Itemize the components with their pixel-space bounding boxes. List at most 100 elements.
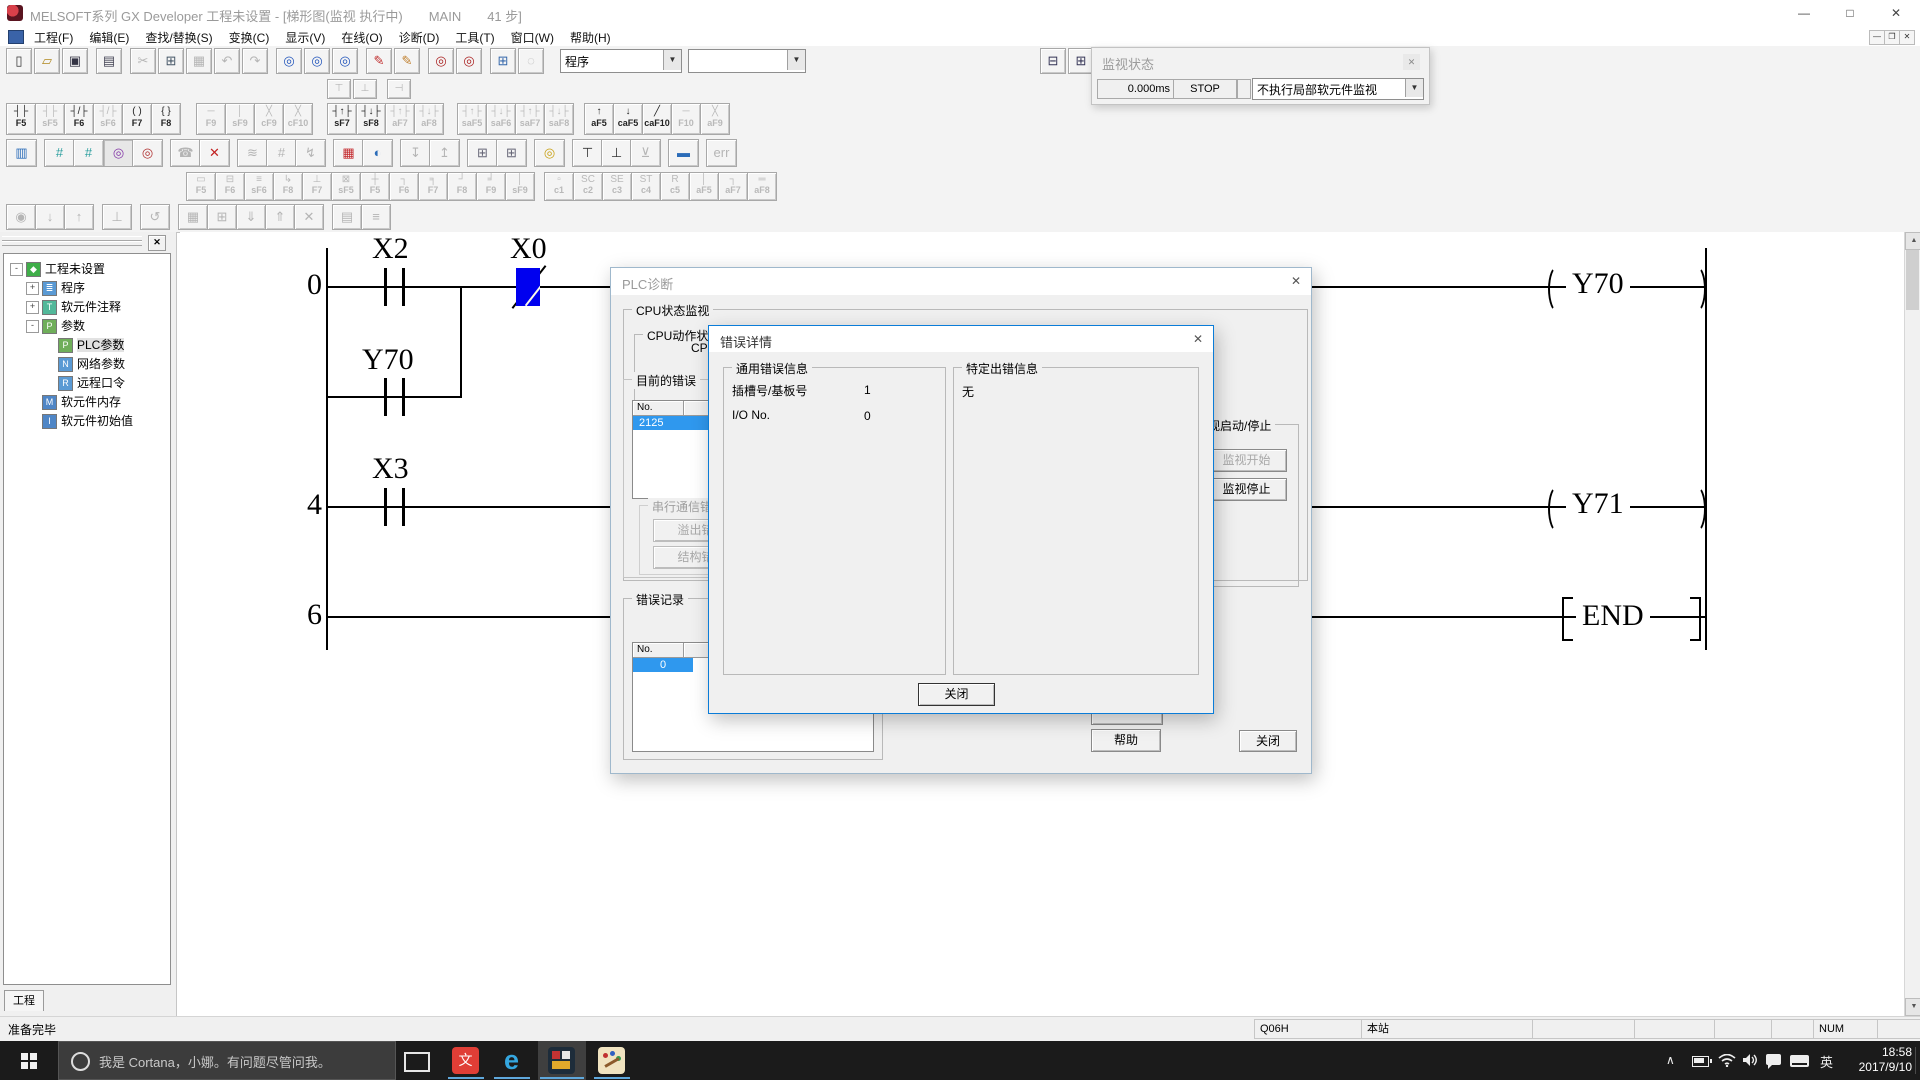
- error-dialog-titlebar[interactable]: 错误详情 ✕: [709, 326, 1213, 352]
- ladder-list-toggle-icon[interactable]: ⊟: [1040, 48, 1066, 74]
- io-assignment-icon[interactable]: ▦: [333, 139, 364, 167]
- sfc-simultaneous-convergence[interactable]: ┘ F8: [447, 172, 477, 201]
- delete-horizontal-line[interactable]: ╳ cF9: [254, 103, 284, 135]
- menu-item[interactable]: 在线(O): [333, 27, 390, 48]
- new-project-icon[interactable]: ▯: [6, 48, 32, 74]
- save-project-icon[interactable]: ▣: [62, 48, 88, 74]
- block-copy-icon[interactable]: ⊞: [207, 204, 237, 230]
- sfc-end-step[interactable]: ⊥ F7: [302, 172, 332, 201]
- plc-dialog-close-button[interactable]: 关闭: [1239, 730, 1297, 752]
- device-registration-icon[interactable]: #: [266, 139, 297, 167]
- battery-icon[interactable]: [1692, 1056, 1709, 1067]
- ladder-instruction-toggle-icon[interactable]: ▥: [6, 139, 37, 167]
- menu-item[interactable]: 工具(T): [447, 27, 502, 48]
- red-app-icon[interactable]: 文: [452, 1047, 479, 1074]
- copy-icon[interactable]: ⊞: [158, 48, 184, 74]
- falling-pulse-contact[interactable]: ┤↓├ sF8: [356, 103, 386, 135]
- taskbar-clock[interactable]: 18:58 2017/9/10: [1838, 1045, 1912, 1075]
- menu-item[interactable]: 编辑(E): [81, 27, 137, 48]
- window-new-icon[interactable]: ⊞: [496, 139, 527, 167]
- close-icon[interactable]: ✕: [1193, 332, 1203, 346]
- find-instruction-icon[interactable]: ◎: [304, 48, 330, 74]
- change-module-icon[interactable]: ↺: [140, 204, 170, 230]
- chevron-down-icon[interactable]: ▼: [787, 50, 805, 70]
- sfc-rule-st[interactable]: ST c4: [631, 172, 661, 201]
- monitor-mode-combo[interactable]: 不执行局部软元件监视 ▼: [1252, 78, 1424, 100]
- error-jump-icon[interactable]: err: [706, 139, 737, 167]
- redo-icon[interactable]: ↷: [242, 48, 268, 74]
- monitor-stop-all-icon[interactable]: ✕: [199, 139, 230, 167]
- menu-item[interactable]: 工程(F): [26, 27, 81, 48]
- find-person-icon[interactable]: ◎: [534, 139, 565, 167]
- paint-app-icon[interactable]: [598, 1047, 625, 1074]
- plc-dialog-titlebar[interactable]: PLC诊断 ✕: [611, 268, 1311, 295]
- chevron-down-icon[interactable]: ▼: [663, 50, 681, 70]
- menu-item[interactable]: 诊断(D): [391, 27, 448, 48]
- paste-icon[interactable]: ▦: [186, 48, 212, 74]
- child-minimize-button[interactable]: —: [1869, 30, 1885, 45]
- cut-icon[interactable]: ✂: [130, 48, 156, 74]
- device-batch-icon[interactable]: ≋: [237, 139, 268, 167]
- find-binoculars-icon[interactable]: ◉: [6, 204, 36, 230]
- start-button[interactable]: [0, 1041, 58, 1080]
- monitor-stop-button[interactable]: 监视停止: [1206, 478, 1287, 501]
- sfc-transition[interactable]: ↳ F8: [273, 172, 303, 201]
- scrollbar-thumb[interactable]: [1906, 250, 1919, 310]
- vertical-line[interactable]: │ sF9: [225, 103, 255, 135]
- invert-operation-result[interactable]: ↑ aF5: [584, 103, 614, 135]
- line-draw[interactable]: ─ F10: [671, 103, 701, 135]
- sfc-line-3[interactable]: ═ aF8: [747, 172, 777, 201]
- save-display-icon[interactable]: ▤: [332, 204, 362, 230]
- panel-grip[interactable]: [2, 241, 142, 246]
- child-window-icon[interactable]: [8, 30, 24, 44]
- forced-io-icon[interactable]: ✎: [394, 48, 420, 74]
- chevron-down-icon[interactable]: ▼: [1405, 79, 1423, 97]
- rising-pulse-contact[interactable]: ┤↑├ sF7: [327, 103, 357, 135]
- sfc-rule-sc[interactable]: SC c2: [573, 172, 603, 201]
- find-next-down-icon[interactable]: ↓: [35, 204, 65, 230]
- device-comment-edit-icon[interactable]: #: [44, 139, 75, 167]
- error-log-row[interactable]: 0: [633, 658, 693, 672]
- tree-item-network-parameter[interactable]: N网络参数: [4, 355, 170, 374]
- read-mode-icon[interactable]: ◎: [103, 139, 134, 167]
- tree-item-device-init-value[interactable]: I软元件初始值: [4, 412, 170, 431]
- sfc-line-1[interactable]: │ aF5: [689, 172, 719, 201]
- sfc-line-draw[interactable]: │ sF9: [505, 172, 535, 201]
- help-circle-icon[interactable]: ◌: [518, 48, 544, 74]
- sfc-rule-r[interactable]: R c5: [660, 172, 690, 201]
- child-restore-button[interactable]: ❐: [1884, 30, 1900, 45]
- language-indicator[interactable]: 英: [1820, 1052, 1833, 1071]
- falling-pulse-negate[interactable]: ┤↓├ saF6: [486, 103, 516, 135]
- menu-item[interactable]: 变换(C): [221, 27, 278, 48]
- block-select-icon[interactable]: ▦: [178, 204, 208, 230]
- minimize-button[interactable]: —: [1782, 0, 1826, 27]
- menu-item[interactable]: 窗口(W): [503, 27, 562, 48]
- horizontal-line[interactable]: ─ F9: [196, 103, 226, 135]
- sfc-step[interactable]: ▭ F5: [186, 172, 216, 201]
- line-erase[interactable]: ╳ aF9: [700, 103, 730, 135]
- program-type-combo[interactable]: 程序 ▼: [560, 49, 682, 73]
- vertical-scrollbar[interactable]: ▲ ▼: [1904, 232, 1920, 1016]
- help-button[interactable]: 帮助: [1091, 729, 1161, 752]
- zoom-monitor-icon[interactable]: ◎: [428, 48, 454, 74]
- monitor-start-button[interactable]: 监视开始: [1206, 449, 1287, 472]
- parallel-rising-negate[interactable]: ┤↑├ saF7: [515, 103, 545, 135]
- label-up-icon[interactable]: ⊤: [327, 79, 351, 99]
- tree-expand-icon[interactable]: -: [10, 263, 23, 276]
- print-icon[interactable]: ▤: [96, 48, 122, 74]
- parallel-open-contact[interactable]: ┤├ sF5: [35, 103, 65, 135]
- sfc-selection-divergence[interactable]: ┼ F5: [360, 172, 390, 201]
- parallel-rising-pulse[interactable]: ┤↑├ aF7: [385, 103, 415, 135]
- secondary-combo[interactable]: ▼: [688, 49, 806, 73]
- block-delete-icon[interactable]: ✕: [294, 204, 324, 230]
- scroll-up-icon[interactable]: ▲: [1905, 232, 1920, 250]
- tree-item-program[interactable]: +≣程序: [4, 279, 170, 298]
- panel-close-icon[interactable]: ✕: [148, 235, 166, 251]
- delete-vertical-line[interactable]: ╳ cF10: [283, 103, 313, 135]
- transfer-setup-icon[interactable]: ☎: [170, 139, 201, 167]
- sfc-rule-1[interactable]: ▫ c1: [544, 172, 574, 201]
- parallel-falling-negate[interactable]: ┤↓├ saF8: [544, 103, 574, 135]
- label-down-icon[interactable]: ⊥: [353, 79, 377, 99]
- clock-setting-icon[interactable]: ◐: [362, 139, 393, 167]
- scroll-down-icon[interactable]: ▼: [1905, 998, 1920, 1016]
